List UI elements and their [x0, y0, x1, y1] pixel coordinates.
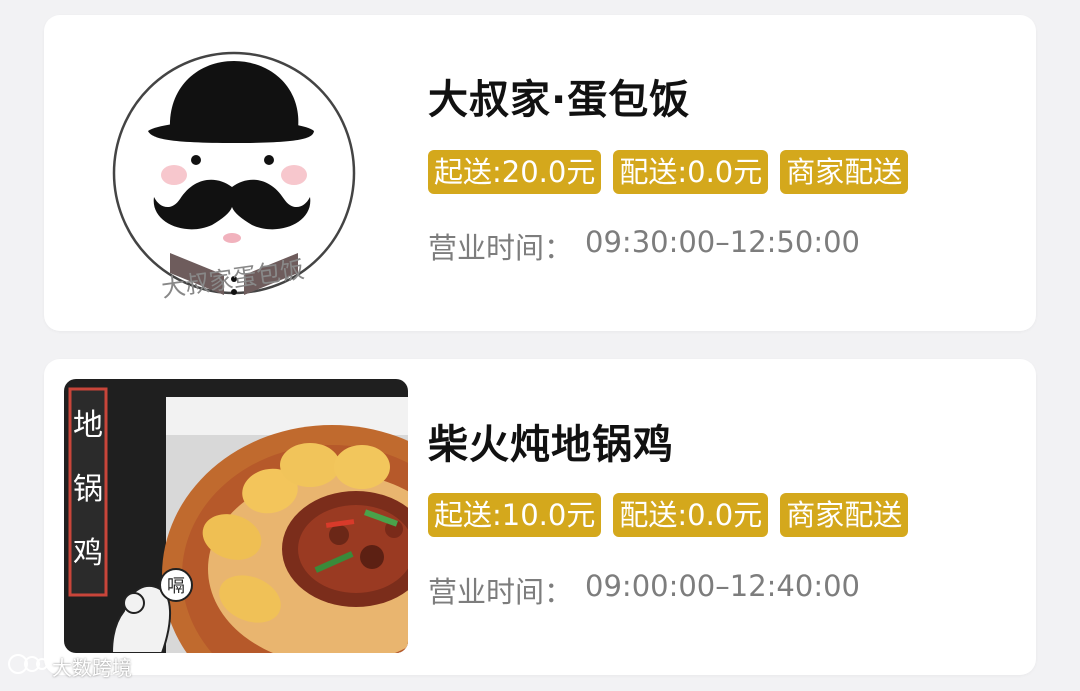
watermark-logo-icon: [8, 652, 48, 681]
svg-text:鸡: 鸡: [73, 536, 103, 571]
hours-label: 营业时间：: [428, 231, 574, 265]
svg-text:地: 地: [73, 408, 103, 443]
business-hours: 营业时间： 09:00:00–12:40:00: [428, 569, 860, 611]
restaurant-card[interactable]: 大叔家蛋包饭 大叔家·蛋包饭 起送:20.0元 配送:0.0元 商家配送 营业时…: [44, 15, 1036, 331]
min-order-tag: 起送:10.0元: [428, 493, 602, 537]
restaurant-name: 大叔家·蛋包饭: [428, 77, 691, 123]
min-order-tag: 起送:20.0元: [428, 150, 602, 194]
delivery-fee-tag: 配送:0.0元: [613, 150, 769, 194]
restaurant-image: 地 锅 鸡 嗝: [64, 379, 408, 653]
restaurant-card[interactable]: 地 锅 鸡 嗝 柴火炖地锅鸡 起送:10.0元 配送:0.0元 商家配送 营业时…: [44, 359, 1036, 675]
restaurant-logo: 大叔家蛋包饭: [108, 47, 360, 303]
watermark-text: 大数跨境: [52, 656, 132, 680]
tag-list: 起送:20.0元 配送:0.0元 商家配送: [428, 150, 909, 194]
hours-value: 09:30:00–12:50:00: [585, 225, 861, 259]
delivery-type-tag: 商家配送: [780, 150, 909, 194]
hours-value: 09:00:00–12:40:00: [585, 569, 861, 603]
delivery-type-tag: 商家配送: [780, 493, 909, 537]
delivery-fee-tag: 配送:0.0元: [613, 493, 769, 537]
svg-text:锅: 锅: [73, 472, 103, 507]
svg-text:嗝: 嗝: [167, 576, 185, 597]
watermark: 大数跨境: [8, 652, 132, 681]
hours-label: 营业时间：: [428, 575, 574, 609]
restaurant-name: 柴火炖地锅鸡: [428, 422, 674, 468]
tag-list: 起送:10.0元 配送:0.0元 商家配送: [428, 493, 909, 537]
business-hours: 营业时间： 09:30:00–12:50:00: [428, 225, 860, 267]
